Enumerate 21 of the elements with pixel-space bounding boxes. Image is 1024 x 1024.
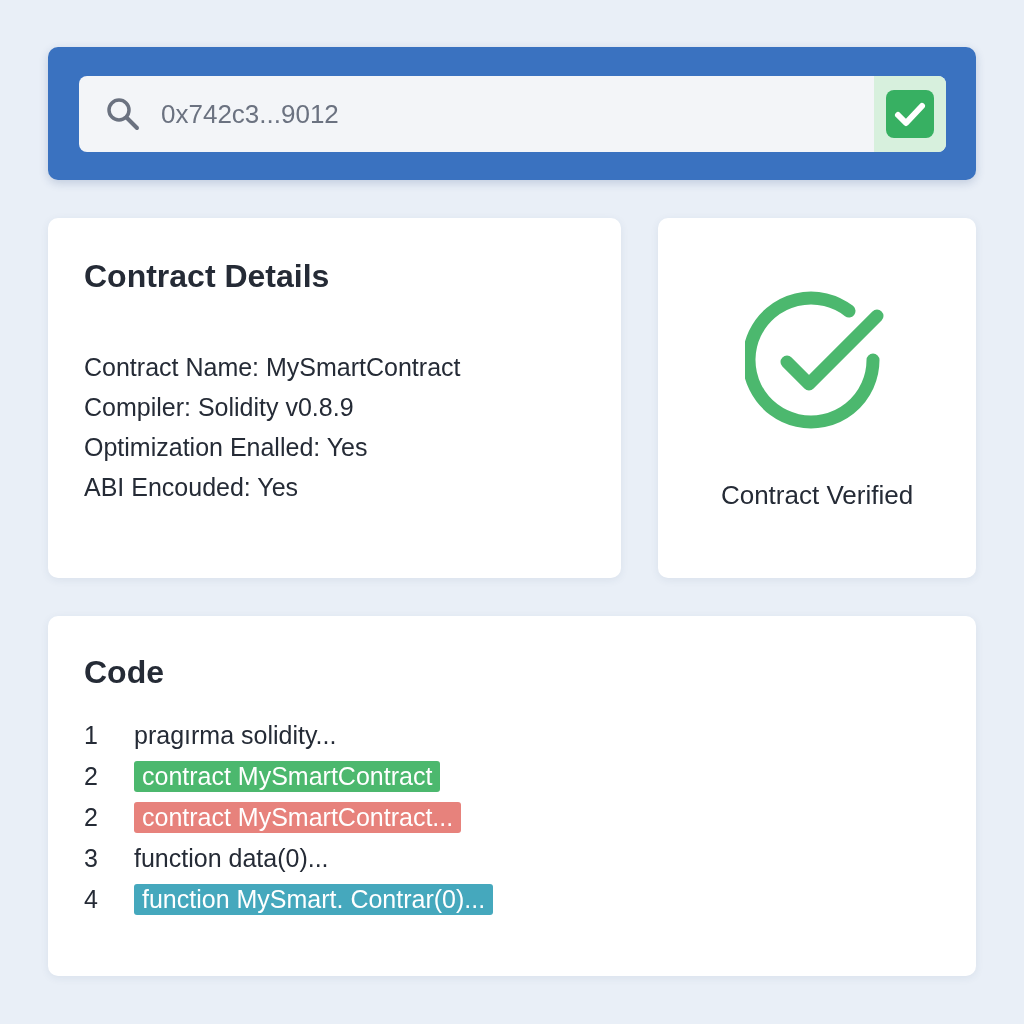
- highlighted-code: contract MySmartContract...: [134, 801, 462, 833]
- highlighted-code: function MySmart. Contrar(0)...: [134, 883, 494, 915]
- line-number: 1: [84, 720, 99, 750]
- line-number: 3: [84, 843, 99, 873]
- code-line: function data(0)...: [134, 843, 329, 873]
- code-line: pragırma solidity...: [134, 720, 337, 750]
- search-input[interactable]: 0x742c3...9012: [159, 97, 874, 131]
- detail-line: Optimization Enalled: Yes: [84, 432, 369, 463]
- line-number: 2: [84, 802, 99, 832]
- line-number: 2: [84, 761, 99, 791]
- line-number: 4: [84, 884, 99, 914]
- detail-line: ABI Encouded: Yes: [84, 472, 300, 503]
- card-title: Contract Details: [84, 258, 331, 295]
- status-label: Contract Verified: [720, 480, 914, 511]
- search-field[interactable]: 0x742c3...9012: [79, 76, 946, 152]
- search-icon: [105, 96, 141, 132]
- detail-line: Compiler: Solidity v0.8.9: [84, 392, 355, 423]
- card-title: Code: [84, 654, 165, 691]
- check-icon[interactable]: [886, 90, 934, 138]
- highlighted-code: contract MySmartContract: [134, 760, 441, 792]
- detail-line: Contract Name: MySmartContract: [84, 352, 462, 383]
